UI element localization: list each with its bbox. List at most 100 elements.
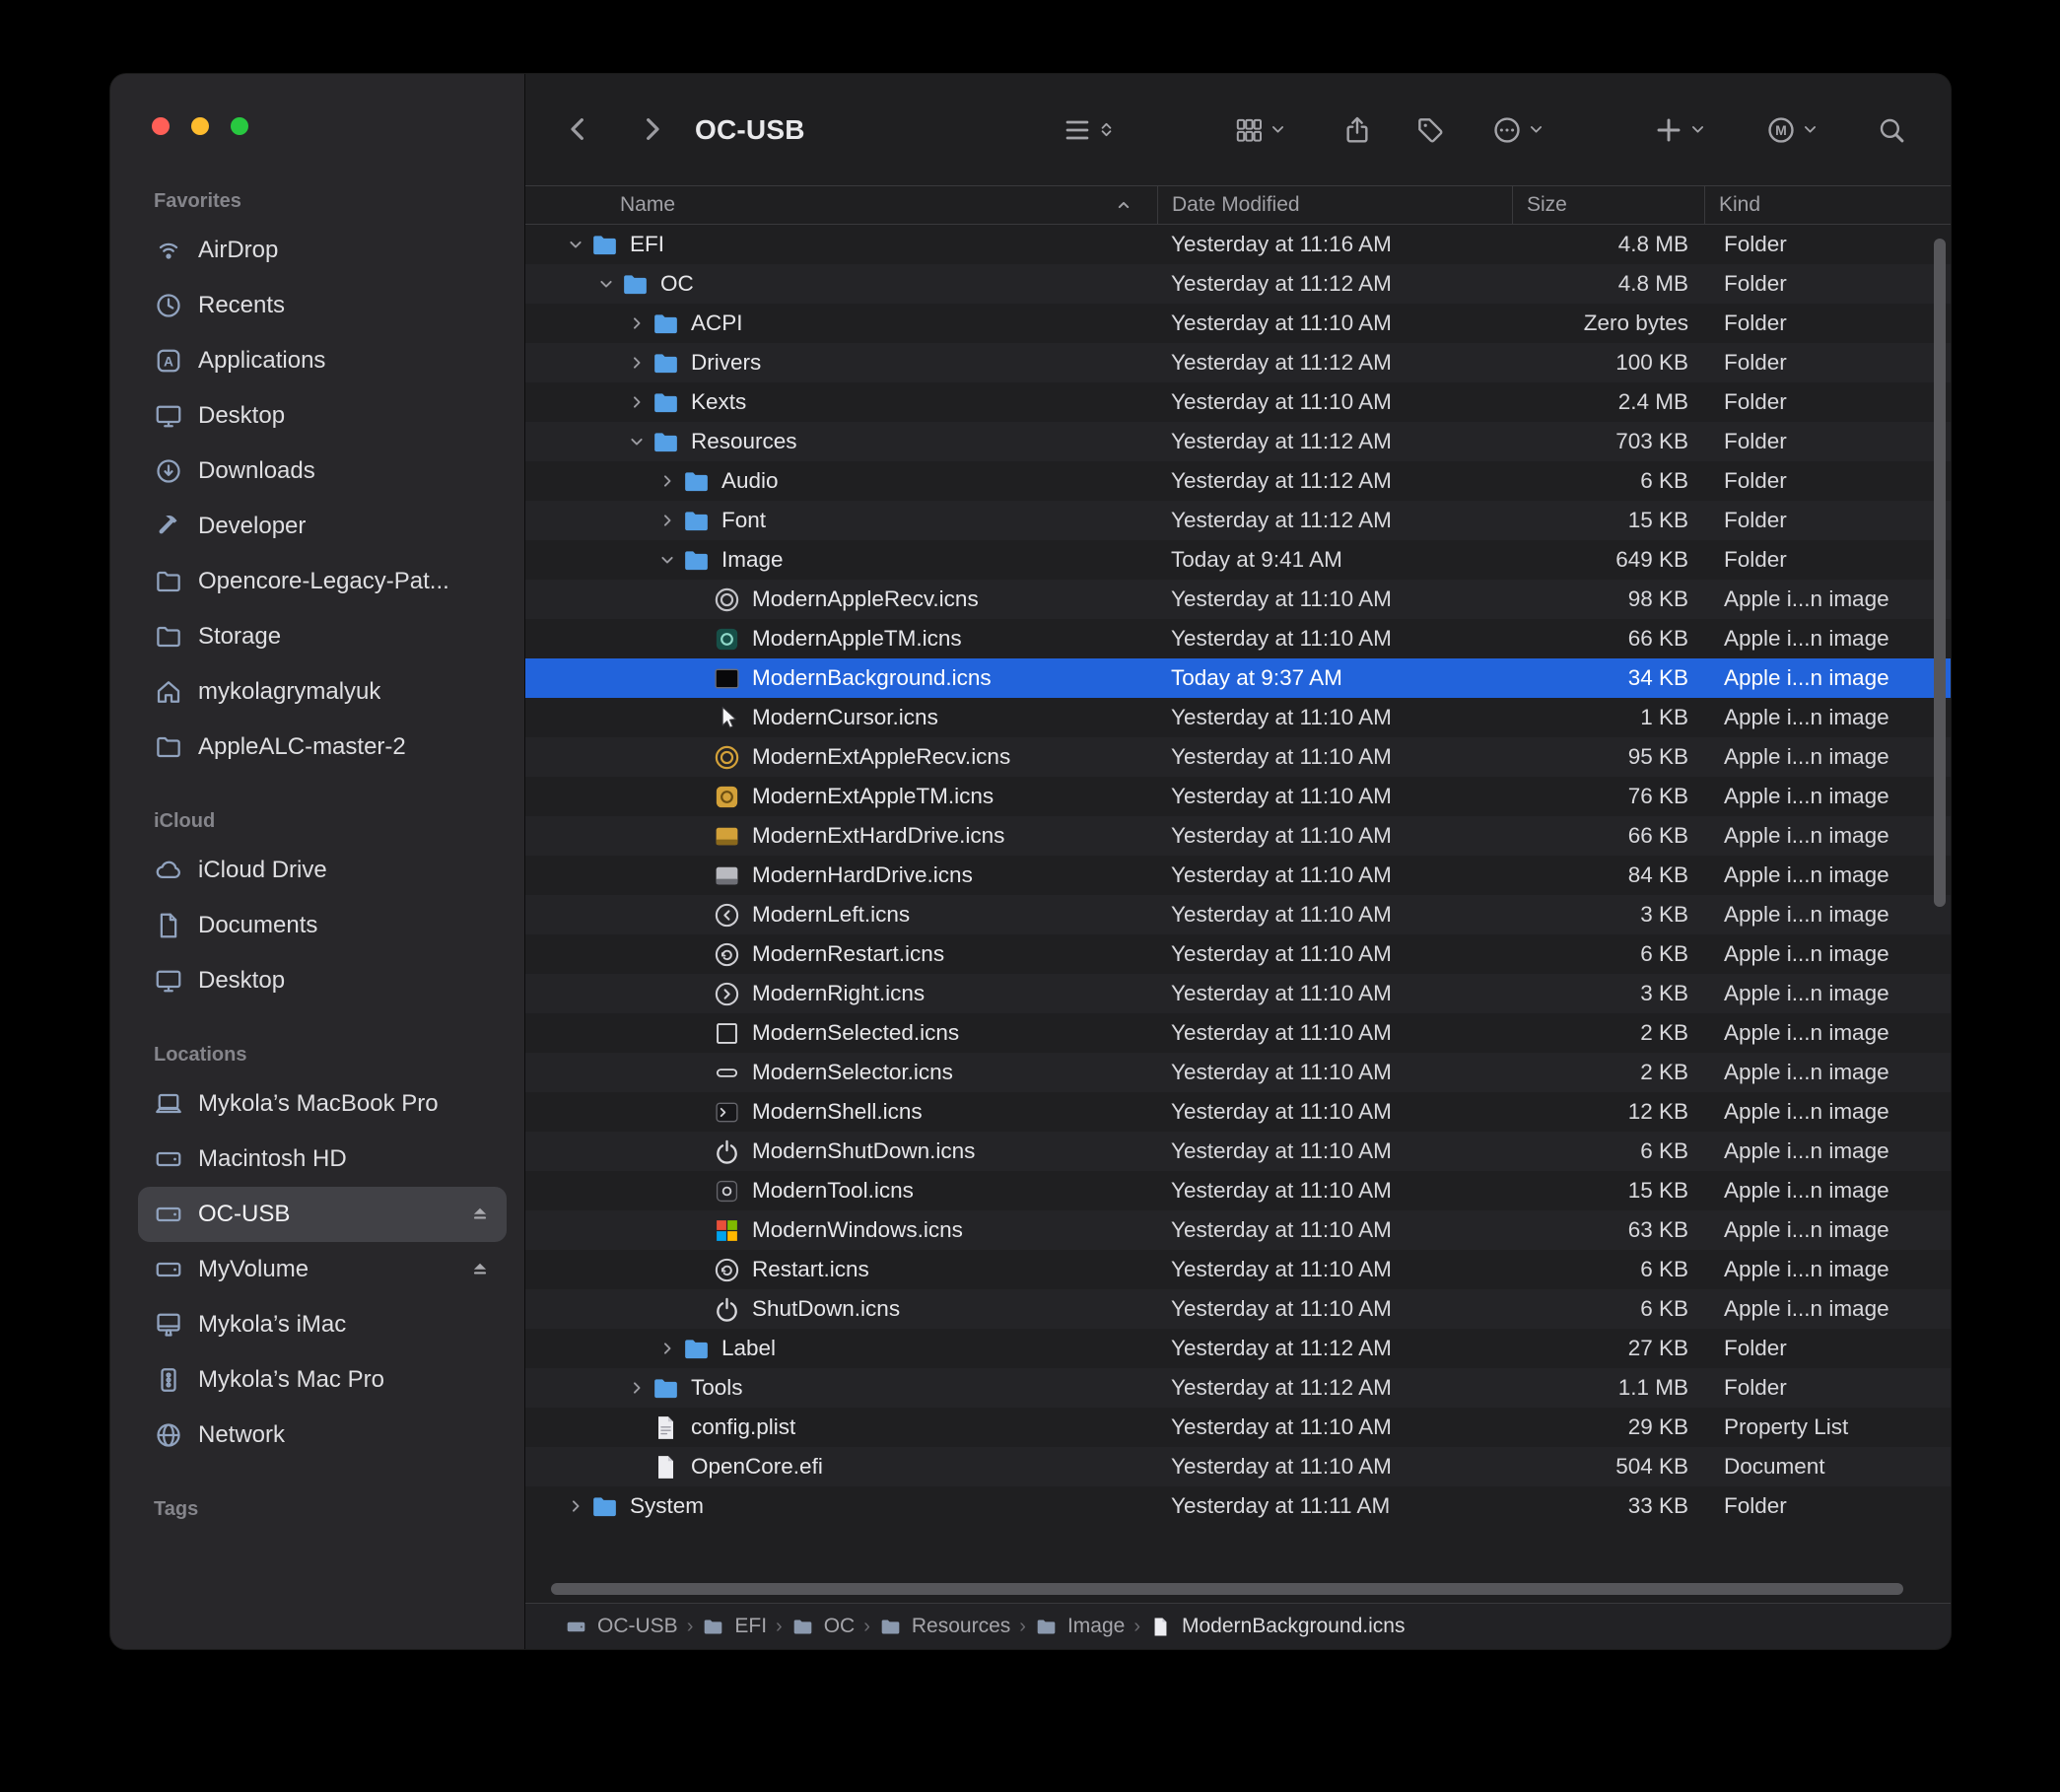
- file-row[interactable]: ModernAppleRecv.icnsYesterday at 11:10 A…: [525, 580, 1951, 619]
- disclosure-closed-icon[interactable]: [652, 468, 682, 494]
- forward-button[interactable]: [636, 113, 669, 147]
- file-row[interactable]: ModernExtAppleRecv.icnsYesterday at 11:1…: [525, 737, 1951, 777]
- file-row[interactable]: ModernExtHardDrive.icnsYesterday at 11:1…: [525, 816, 1951, 856]
- indent-spacer: [525, 599, 683, 600]
- chevron-updown-icon: [1098, 121, 1115, 138]
- eject-icon[interactable]: [467, 1257, 493, 1282]
- path-item[interactable]: OC: [791, 1615, 856, 1638]
- file-row[interactable]: ToolsYesterday at 11:12 AM1.1 MBFolder: [525, 1368, 1951, 1408]
- file-row[interactable]: ModernExtAppleTM.icnsYesterday at 11:10 …: [525, 777, 1951, 816]
- disclosure-closed-icon[interactable]: [652, 1336, 682, 1361]
- disclosure-closed-icon[interactable]: [652, 508, 682, 533]
- file-row[interactable]: ModernHardDrive.icnsYesterday at 11:10 A…: [525, 856, 1951, 895]
- file-row[interactable]: ModernSelector.icnsYesterday at 11:10 AM…: [525, 1053, 1951, 1092]
- file-row[interactable]: ACPIYesterday at 11:10 AMZero bytesFolde…: [525, 304, 1951, 343]
- disclosure-open-icon[interactable]: [622, 429, 652, 454]
- disclosure-open-icon[interactable]: [561, 232, 590, 257]
- group-button[interactable]: [1233, 114, 1286, 146]
- sidebar-item-storage[interactable]: Storage: [138, 609, 507, 664]
- minimize-button[interactable]: [191, 117, 209, 135]
- file-row[interactable]: ModernRight.icnsYesterday at 11:10 AM3 K…: [525, 974, 1951, 1013]
- account-button[interactable]: M: [1765, 114, 1819, 146]
- add-button[interactable]: [1653, 114, 1706, 146]
- sidebar-item-desktop[interactable]: Desktop: [138, 953, 507, 1008]
- disclosure-spacer: [683, 744, 713, 770]
- path-item[interactable]: Resources: [879, 1615, 1010, 1638]
- file-row[interactable]: DriversYesterday at 11:12 AM100 KBFolder: [525, 343, 1951, 382]
- vertical-scrollbar[interactable]: [1934, 239, 1946, 907]
- disclosure-open-icon[interactable]: [591, 271, 621, 297]
- file-kind: Apple i...n image: [1704, 744, 1951, 770]
- sidebar-item-oc-usb[interactable]: OC-USB: [138, 1187, 507, 1242]
- disclosure-closed-icon[interactable]: [561, 1493, 590, 1519]
- file-row[interactable]: ModernShutDown.icnsYesterday at 11:10 AM…: [525, 1132, 1951, 1171]
- sidebar-item-mykola-s-imac[interactable]: Mykola’s iMac: [138, 1297, 507, 1352]
- disclosure-closed-icon[interactable]: [622, 310, 652, 336]
- sidebar-item-network[interactable]: Network: [138, 1408, 507, 1463]
- path-item[interactable]: EFI: [702, 1615, 767, 1638]
- view-options-button[interactable]: [1062, 114, 1115, 146]
- file-row[interactable]: ModernSelected.icnsYesterday at 11:10 AM…: [525, 1013, 1951, 1053]
- sidebar-item-recents[interactable]: Recents: [138, 278, 507, 333]
- back-button[interactable]: [563, 113, 596, 147]
- zoom-button[interactable]: [231, 117, 248, 135]
- path-item[interactable]: ModernBackground.icns: [1149, 1615, 1405, 1638]
- sidebar-item-applealc-master-2[interactable]: AppleALC-master-2: [138, 720, 507, 775]
- sidebar-item-myvolume[interactable]: MyVolume: [138, 1242, 507, 1297]
- file-row[interactable]: Restart.icnsYesterday at 11:10 AM6 KBApp…: [525, 1250, 1951, 1289]
- disclosure-closed-icon[interactable]: [622, 1375, 652, 1401]
- sidebar-item-mykola-s-macbook-pro[interactable]: Mykola’s MacBook Pro: [138, 1076, 507, 1132]
- disclosure-closed-icon[interactable]: [622, 389, 652, 415]
- file-row[interactable]: ImageToday at 9:41 AM649 KBFolder: [525, 540, 1951, 580]
- path-item[interactable]: OC-USB: [565, 1615, 678, 1638]
- sidebar-item-airdrop[interactable]: AirDrop: [138, 223, 507, 278]
- sidebar-item-icloud-drive[interactable]: iCloud Drive: [138, 843, 507, 898]
- file-row[interactable]: OpenCore.efiYesterday at 11:10 AM504 KBD…: [525, 1447, 1951, 1486]
- path-item[interactable]: Image: [1035, 1615, 1125, 1638]
- search-button[interactable]: [1876, 114, 1907, 146]
- column-header-kind[interactable]: Kind: [1704, 186, 1951, 224]
- docfile-icon: [652, 1453, 680, 1482]
- file-row[interactable]: ModernCursor.icnsYesterday at 11:10 AM1 …: [525, 698, 1951, 737]
- file-row[interactable]: LabelYesterday at 11:12 AM27 KBFolder: [525, 1329, 1951, 1368]
- file-row[interactable]: OCYesterday at 11:12 AM4.8 MBFolder: [525, 264, 1951, 304]
- column-header-name[interactable]: Name: [525, 186, 1157, 224]
- file-name-cell: ModernExtAppleTM.icns: [525, 777, 1157, 816]
- file-row[interactable]: ModernBackground.icnsToday at 9:37 AM34 …: [525, 658, 1951, 698]
- share-button[interactable]: [1341, 114, 1373, 146]
- file-row[interactable]: ResourcesYesterday at 11:12 AM703 KBFold…: [525, 422, 1951, 461]
- column-header-date[interactable]: Date Modified: [1157, 186, 1512, 224]
- file-kind: Folder: [1704, 1336, 1951, 1361]
- file-row[interactable]: ModernLeft.icnsYesterday at 11:10 AM3 KB…: [525, 895, 1951, 934]
- close-button[interactable]: [152, 117, 170, 135]
- file-row[interactable]: ModernShell.icnsYesterday at 11:10 AM12 …: [525, 1092, 1951, 1132]
- sidebar-item-downloads[interactable]: Downloads: [138, 444, 507, 499]
- tag-button[interactable]: [1414, 114, 1446, 146]
- sidebar-item-applications[interactable]: AApplications: [138, 333, 507, 388]
- sidebar-item-documents[interactable]: Documents: [138, 898, 507, 953]
- file-row[interactable]: ModernRestart.icnsYesterday at 11:10 AM6…: [525, 934, 1951, 974]
- file-row[interactable]: EFIYesterday at 11:16 AM4.8 MBFolder: [525, 225, 1951, 264]
- file-row[interactable]: config.plistYesterday at 11:10 AM29 KBPr…: [525, 1408, 1951, 1447]
- file-row[interactable]: ModernWindows.icnsYesterday at 11:10 AM6…: [525, 1210, 1951, 1250]
- sidebar-item-developer[interactable]: Developer: [138, 499, 507, 554]
- file-row[interactable]: SystemYesterday at 11:11 AM33 KBFolder: [525, 1486, 1951, 1526]
- sidebar-item-mykola-s-mac-pro[interactable]: Mykola’s Mac Pro: [138, 1352, 507, 1408]
- file-row[interactable]: ModernTool.icnsYesterday at 11:10 AM15 K…: [525, 1171, 1951, 1210]
- file-row[interactable]: FontYesterday at 11:12 AM15 KBFolder: [525, 501, 1951, 540]
- sidebar-item-mykolagrymalyuk[interactable]: mykolagrymalyuk: [138, 664, 507, 720]
- disclosure-open-icon[interactable]: [652, 547, 682, 573]
- column-header-size[interactable]: Size: [1512, 186, 1704, 224]
- file-row[interactable]: AudioYesterday at 11:12 AM6 KBFolder: [525, 461, 1951, 501]
- disclosure-closed-icon[interactable]: [622, 350, 652, 376]
- horizontal-scrollbar[interactable]: [551, 1583, 1903, 1595]
- file-name-cell: OC: [525, 264, 1157, 304]
- sidebar-item-opencore-legacy-pat[interactable]: Opencore-Legacy-Pat...: [138, 554, 507, 609]
- eject-icon[interactable]: [467, 1202, 493, 1227]
- file-row[interactable]: ModernAppleTM.icnsYesterday at 11:10 AM6…: [525, 619, 1951, 658]
- file-row[interactable]: KextsYesterday at 11:10 AM2.4 MBFolder: [525, 382, 1951, 422]
- sidebar-item-macintosh-hd[interactable]: Macintosh HD: [138, 1132, 507, 1187]
- more-actions-button[interactable]: [1491, 114, 1545, 146]
- sidebar-item-desktop[interactable]: Desktop: [138, 388, 507, 444]
- file-row[interactable]: ShutDown.icnsYesterday at 11:10 AM6 KBAp…: [525, 1289, 1951, 1329]
